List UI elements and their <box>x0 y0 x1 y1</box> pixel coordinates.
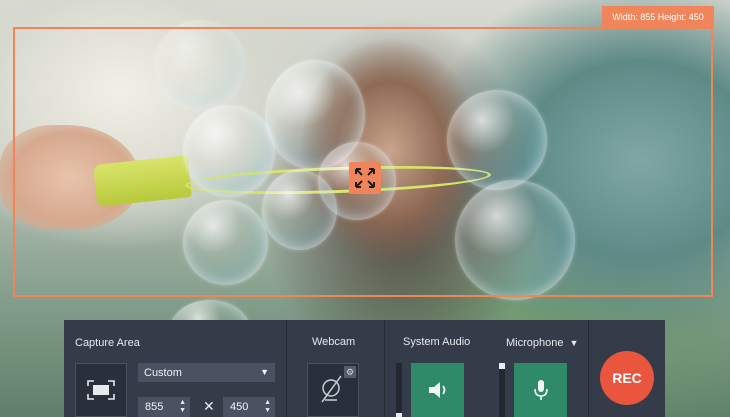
capture-dimensions-label: Width: 855 Height: 450 <box>602 6 714 27</box>
microphone-icon <box>533 380 548 400</box>
microphone-title[interactable]: Microphone ▼ <box>506 337 578 349</box>
times-icon: ✕ <box>203 398 215 414</box>
capture-preset-select[interactable]: Custom ▼ <box>138 363 275 382</box>
height-stepper-icon[interactable]: ▲ ▼ <box>264 399 271 415</box>
rec-button[interactable]: REC <box>600 351 654 405</box>
speaker-icon <box>428 382 445 398</box>
webcam-toggle-button[interactable]: ⚙ <box>307 363 359 417</box>
microphone-toggle-button[interactable] <box>514 363 567 417</box>
width-value: 855 <box>145 401 164 413</box>
width-stepper-icon[interactable]: ▲ ▼ <box>179 399 186 415</box>
gear-icon[interactable]: ⚙ <box>344 366 356 378</box>
fullscreen-icon <box>87 380 115 400</box>
move-handle[interactable] <box>349 162 381 194</box>
width-input[interactable]: 855 ▲ ▼ <box>138 397 190 417</box>
chevron-down-icon: ▼ <box>260 367 269 377</box>
move-arrows-icon <box>355 168 375 188</box>
divider <box>588 320 589 417</box>
webcam-title: Webcam <box>312 336 356 348</box>
system-audio-toggle-button[interactable] <box>411 363 464 417</box>
chevron-down-icon: ▼ <box>569 338 579 348</box>
system-audio-level-meter <box>396 363 402 417</box>
height-input[interactable]: 450 ▲ ▼ <box>223 397 275 417</box>
capture-area-title: Capture Area <box>75 337 140 349</box>
system-audio-title: System Audio <box>403 336 471 348</box>
microphone-level-meter <box>499 363 505 417</box>
recording-control-panel: Capture Area Custom ▼ 855 ▲ ▼ ✕ 450 ▲ ▼ We… <box>64 320 665 417</box>
select-area-button[interactable] <box>75 363 127 417</box>
divider <box>384 320 385 417</box>
height-value: 450 <box>230 401 249 413</box>
capture-preset-value: Custom <box>144 366 182 379</box>
divider <box>286 320 287 417</box>
